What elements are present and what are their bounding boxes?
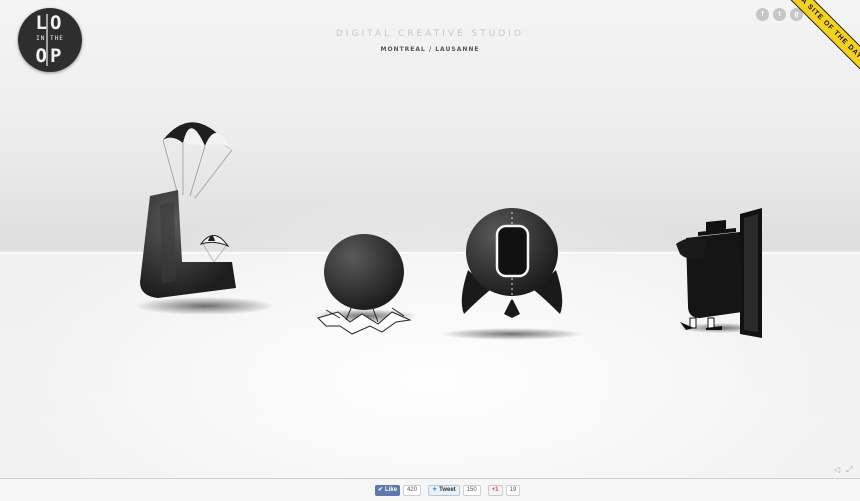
hero-stage: LO IN THE OP DIGITAL CREATIVE STUDIO MON… [0, 0, 860, 478]
loop-scene [135, 122, 762, 340]
cracked-ground-icon [317, 311, 412, 335]
rock-ball [324, 234, 404, 310]
share-bar: ✔ Like 420 ✦ Tweet 150 +1 19 [375, 485, 524, 496]
facebook-icon[interactable]: f [756, 8, 769, 21]
stage-controls: ◁ ⤢ [834, 465, 853, 475]
tweet-button[interactable]: ✦ Tweet [428, 485, 460, 496]
like-label: Like [385, 487, 398, 493]
loop-logo[interactable]: LO IN THE OP [18, 8, 82, 72]
shadow [135, 297, 275, 315]
facebook-like-button[interactable]: ✔ Like [375, 485, 401, 496]
twitter-bird-icon: ✦ [432, 487, 438, 493]
twitter-icon[interactable]: t [773, 8, 786, 21]
letter-o-rock[interactable] [313, 234, 417, 335]
parachute-large-icon [162, 122, 233, 199]
plus-one-label: +1 [491, 487, 499, 493]
tweet-label: Tweet [439, 487, 456, 493]
like-count: 420 [403, 485, 422, 496]
plus-one-count: 19 [505, 485, 521, 496]
studio-tagline: DIGITAL CREATIVE STUDIO [335, 29, 525, 39]
thumb-up-icon: ✔ [378, 487, 384, 493]
tweet-count: 150 [462, 485, 481, 496]
google-plus-one-button[interactable]: +1 [487, 485, 503, 496]
share-footer: ✔ Like 420 ✦ Tweet 150 +1 19 [0, 478, 860, 501]
letter-l-parachute[interactable] [135, 122, 275, 315]
parachute-small-icon [199, 235, 230, 263]
letter-p-door[interactable] [676, 208, 762, 338]
sound-icon[interactable]: ◁ [834, 465, 840, 475]
rocket-window-icon [495, 224, 530, 278]
fullscreen-icon[interactable]: ⤢ [846, 465, 852, 475]
letter-o-rocket[interactable] [440, 208, 584, 340]
studio-location: MONTREAL / LAUSANNE [380, 46, 480, 53]
